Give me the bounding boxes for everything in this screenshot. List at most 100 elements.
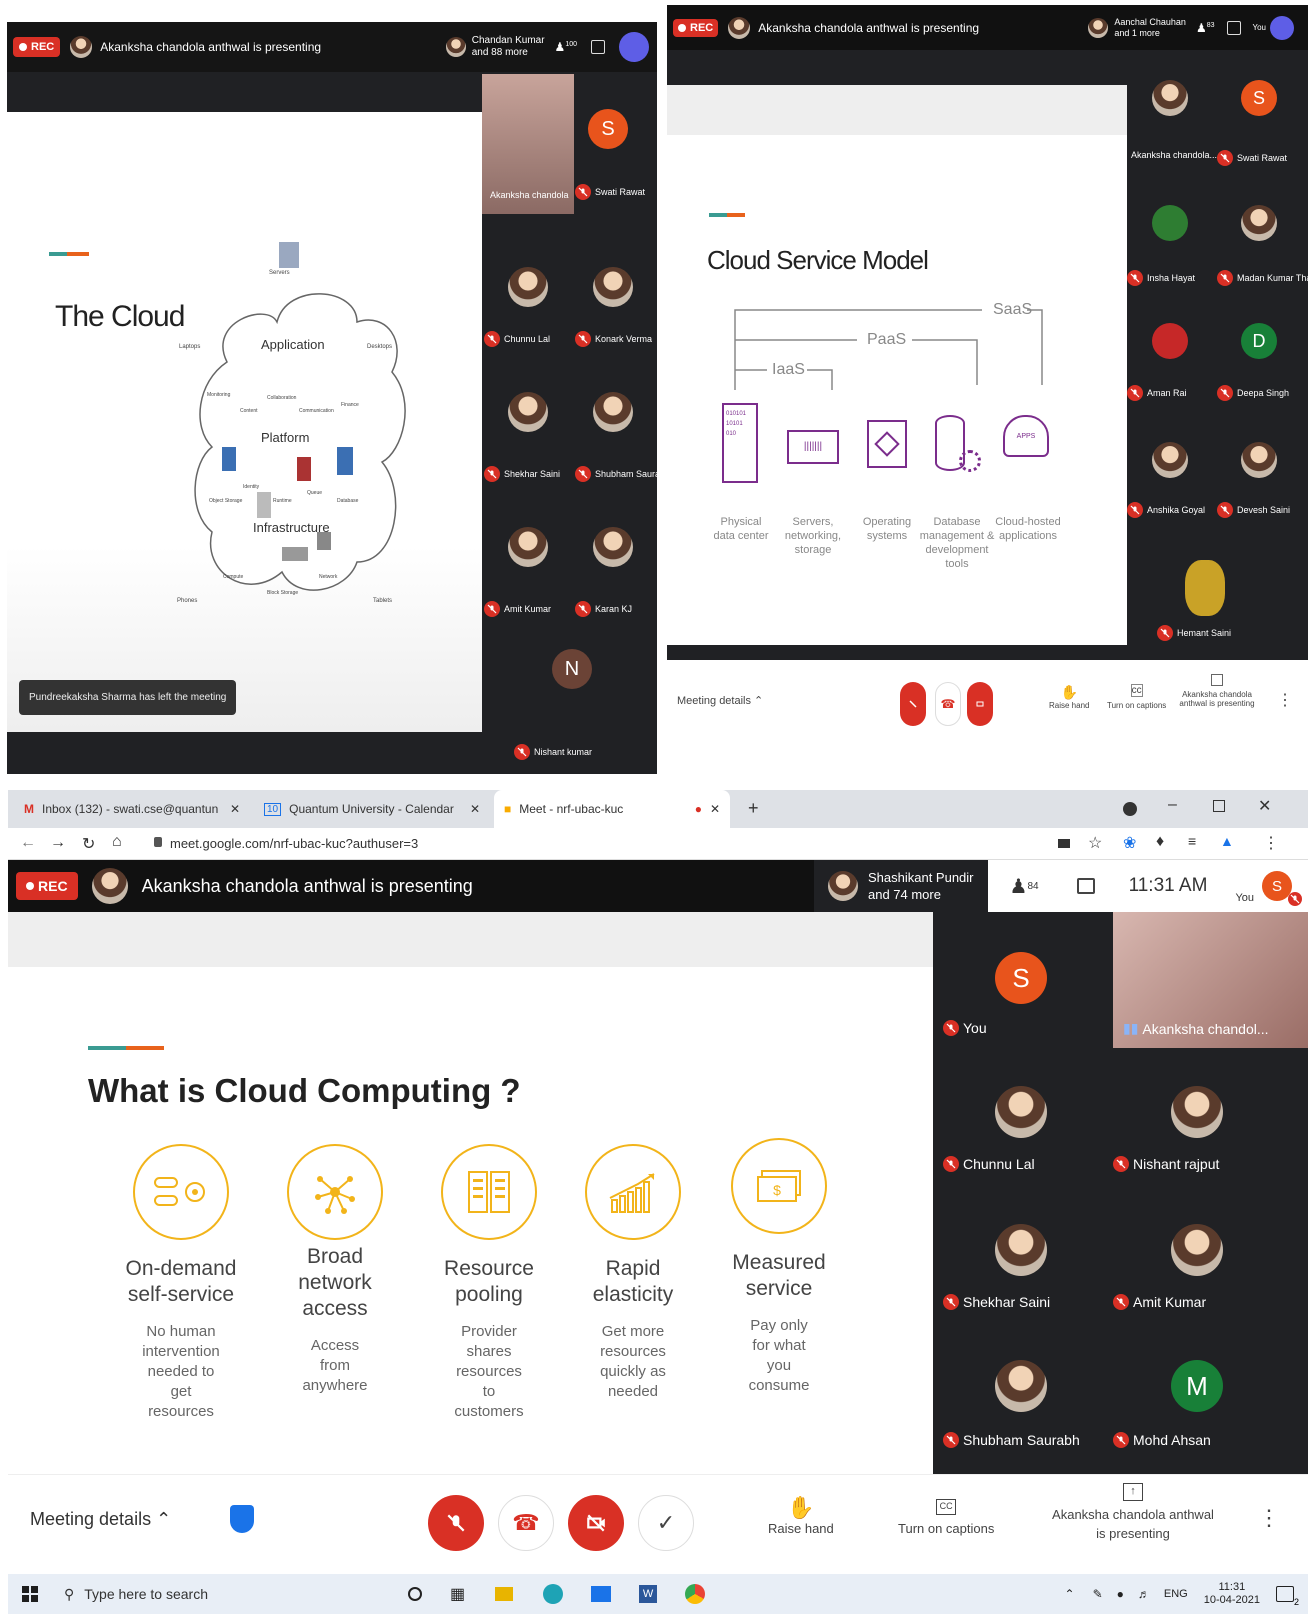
tile-insha[interactable]: Insha Hayat xyxy=(1127,185,1217,295)
playlist-icon[interactable]: ≡ xyxy=(1188,833,1196,849)
checkmark-button[interactable]: ✓ xyxy=(638,1495,694,1551)
tile-nishant[interactable]: N Nishant kumar xyxy=(512,634,632,774)
people-icon[interactable]: ♟ 84 xyxy=(987,860,1061,912)
close-icon[interactable]: ✕ xyxy=(470,802,480,816)
avatar xyxy=(1152,80,1188,116)
taskbar-clock[interactable]: 11:31 10-04-2021 xyxy=(1204,1581,1260,1607)
meeting-details-button[interactable]: Meeting details ⌃ xyxy=(30,1509,171,1530)
people-icon[interactable]: ♟83 xyxy=(1196,21,1215,35)
tile-hemant[interactable]: Hemant Saini xyxy=(1157,550,1267,650)
tile-shubham[interactable]: Shubham Saurabh xyxy=(933,1328,1113,1474)
menu-icon[interactable]: ⋮ xyxy=(1263,833,1279,853)
tile-aman[interactable]: Aman Rai xyxy=(1127,305,1217,415)
raise-hand-button[interactable]: ✋ Raise hand xyxy=(768,1495,834,1536)
home-icon[interactable]: ⌂ xyxy=(112,833,122,851)
feature-desc: Access xyxy=(310,1337,360,1354)
you-avatar[interactable] xyxy=(1270,15,1294,40)
chrome-icon[interactable] xyxy=(685,1584,706,1604)
tile-deepa[interactable]: D Deepa Singh xyxy=(1217,305,1307,415)
cortana-icon[interactable] xyxy=(408,1587,422,1601)
captions-button[interactable]: cc Turn on captions xyxy=(1107,684,1166,710)
tile-swati[interactable]: S Swati Rawat xyxy=(1217,65,1307,175)
end-call-button[interactable]: ☎ xyxy=(498,1495,554,1551)
reload-icon[interactable]: ↻ xyxy=(82,834,95,854)
tile-you[interactable]: S You xyxy=(933,912,1113,1048)
mic-off-button[interactable] xyxy=(428,1495,484,1551)
captions-button[interactable]: CC Turn on captions xyxy=(898,1499,994,1536)
minimize-icon[interactable]: – xyxy=(1168,796,1177,814)
task-view-icon[interactable]: ▦ xyxy=(450,1584,465,1604)
tray-chevron-icon[interactable]: ⌃ xyxy=(1065,1587,1075,1601)
forward-icon[interactable]: → xyxy=(50,834,66,852)
tile-karan[interactable]: Karan KJ xyxy=(575,497,657,627)
speaker-icon[interactable]: ♬ xyxy=(1138,1587,1150,1601)
more-options-icon[interactable]: ⋮ xyxy=(1258,1505,1280,1531)
back-icon[interactable]: ← xyxy=(20,834,36,852)
meet-top-bar: REC Akanksha chandola anthwal is present… xyxy=(7,22,657,72)
tile-mohd[interactable]: M Mohd Ahsan xyxy=(1113,1328,1308,1474)
tile-madan[interactable]: Madan Kumar Thak... xyxy=(1217,185,1308,295)
end-call-button[interactable]: ☎ xyxy=(935,682,961,726)
others-chip[interactable]: Shashikant Pundir and 74 more xyxy=(813,860,988,912)
notifications-icon[interactable]: 2 xyxy=(1276,1586,1299,1607)
tile-amit[interactable]: Amit Kumar xyxy=(1113,1188,1308,1328)
shield-icon[interactable] xyxy=(230,1505,254,1533)
tile-shubham[interactable]: Shubham Saurabh xyxy=(575,362,657,492)
edge-icon[interactable] xyxy=(543,1584,564,1604)
camera-off-button[interactable] xyxy=(967,682,993,726)
meet-top-bar: REC Akanksha chandola anthwal is present… xyxy=(667,5,1308,50)
puzzle-icon[interactable]: ♦ xyxy=(1156,833,1164,851)
tile-devesh[interactable]: Devesh Saini xyxy=(1217,430,1307,530)
presenting-button[interactable]: ↑ Akanksha chandola anthwal is presenting xyxy=(1043,1483,1223,1543)
feature-title: service xyxy=(745,1277,813,1300)
tile-anshika[interactable]: Anshika Goyal xyxy=(1127,430,1217,530)
microphone-icon[interactable]: ● xyxy=(1117,1587,1124,1601)
raise-hand-button[interactable]: ✋ Raise hand xyxy=(1049,684,1089,710)
browser-tab[interactable]: 10 Quantum University - Calendar ✕ xyxy=(254,790,490,828)
presenting-button[interactable]: Akanksha chandola anthwal is presenting xyxy=(1172,674,1262,708)
people-icon[interactable]: ♟100 xyxy=(555,40,577,54)
browser-tab-active[interactable]: ■ Meet - nrf-ubac-kuc ● ✕ xyxy=(494,790,730,828)
tile-nishant[interactable]: Nishant rajput xyxy=(1113,1048,1308,1188)
mic-off-icon xyxy=(943,1294,959,1310)
tile-chunnu[interactable]: Chunnu Lal xyxy=(482,227,574,357)
camera-off-button[interactable] xyxy=(568,1495,624,1551)
chat-icon[interactable] xyxy=(1060,860,1111,912)
window-close-icon[interactable]: ✕ xyxy=(1258,796,1271,816)
close-icon[interactable]: ✕ xyxy=(230,802,240,816)
chat-icon[interactable] xyxy=(1226,20,1241,35)
mic-off-button[interactable] xyxy=(900,682,926,726)
browser-tab[interactable]: M Inbox (132) - swati.cse@quantun ✕ xyxy=(14,790,250,828)
tile-akanksha[interactable]: Akanksha chandola... xyxy=(1127,65,1217,175)
url-field[interactable]: meet.google.com/nrf-ubac-kuc?authuser=3 xyxy=(170,836,418,851)
language-indicator[interactable]: ENG xyxy=(1164,1588,1188,1600)
tile-akanksha[interactable]: Akanksha chandola xyxy=(482,74,574,214)
you-avatar-wrap[interactable]: S xyxy=(1258,860,1308,912)
chat-icon[interactable] xyxy=(591,40,605,54)
pen-icon[interactable]: ✎ xyxy=(1093,1587,1103,1601)
taskbar-search[interactable]: ⚲ Type here to search xyxy=(64,1578,394,1610)
tile-chunnu[interactable]: Chunnu Lal xyxy=(933,1048,1113,1188)
new-tab-icon[interactable]: + xyxy=(748,798,759,819)
tile-akanksha[interactable]: ▮▮ Akanksha chandol... xyxy=(1113,912,1308,1048)
star-icon[interactable]: ☆ xyxy=(1088,833,1102,853)
feature-title: network xyxy=(298,1271,372,1294)
tile-shekhar[interactable]: Shekhar Saini xyxy=(933,1188,1113,1328)
meeting-details-button[interactable]: Meeting details ⌃ xyxy=(677,694,763,707)
windows-start-icon[interactable] xyxy=(22,1586,38,1602)
file-explorer-icon[interactable] xyxy=(495,1587,514,1601)
more-options-icon[interactable]: ⋮ xyxy=(1277,690,1293,710)
tile-konark[interactable]: Konark Verma xyxy=(575,227,657,357)
you-avatar[interactable] xyxy=(619,32,649,62)
close-icon[interactable]: ✕ xyxy=(710,802,720,816)
servers-icon: ||||||| xyxy=(787,430,839,464)
restore-icon[interactable] xyxy=(1213,800,1225,812)
extension-icon[interactable]: ❀ xyxy=(1123,833,1136,853)
tile-name: Chunnu Lal xyxy=(484,331,550,347)
profile-icon[interactable] xyxy=(1123,802,1137,816)
word-icon[interactable]: W xyxy=(639,1585,658,1603)
tile-amit[interactable]: Amit Kumar xyxy=(482,497,574,627)
tile-shekhar[interactable]: Shekhar Saini xyxy=(482,362,574,492)
tile-swati[interactable]: S Swati Rawat xyxy=(575,74,657,214)
mail-icon[interactable] xyxy=(591,1586,612,1602)
